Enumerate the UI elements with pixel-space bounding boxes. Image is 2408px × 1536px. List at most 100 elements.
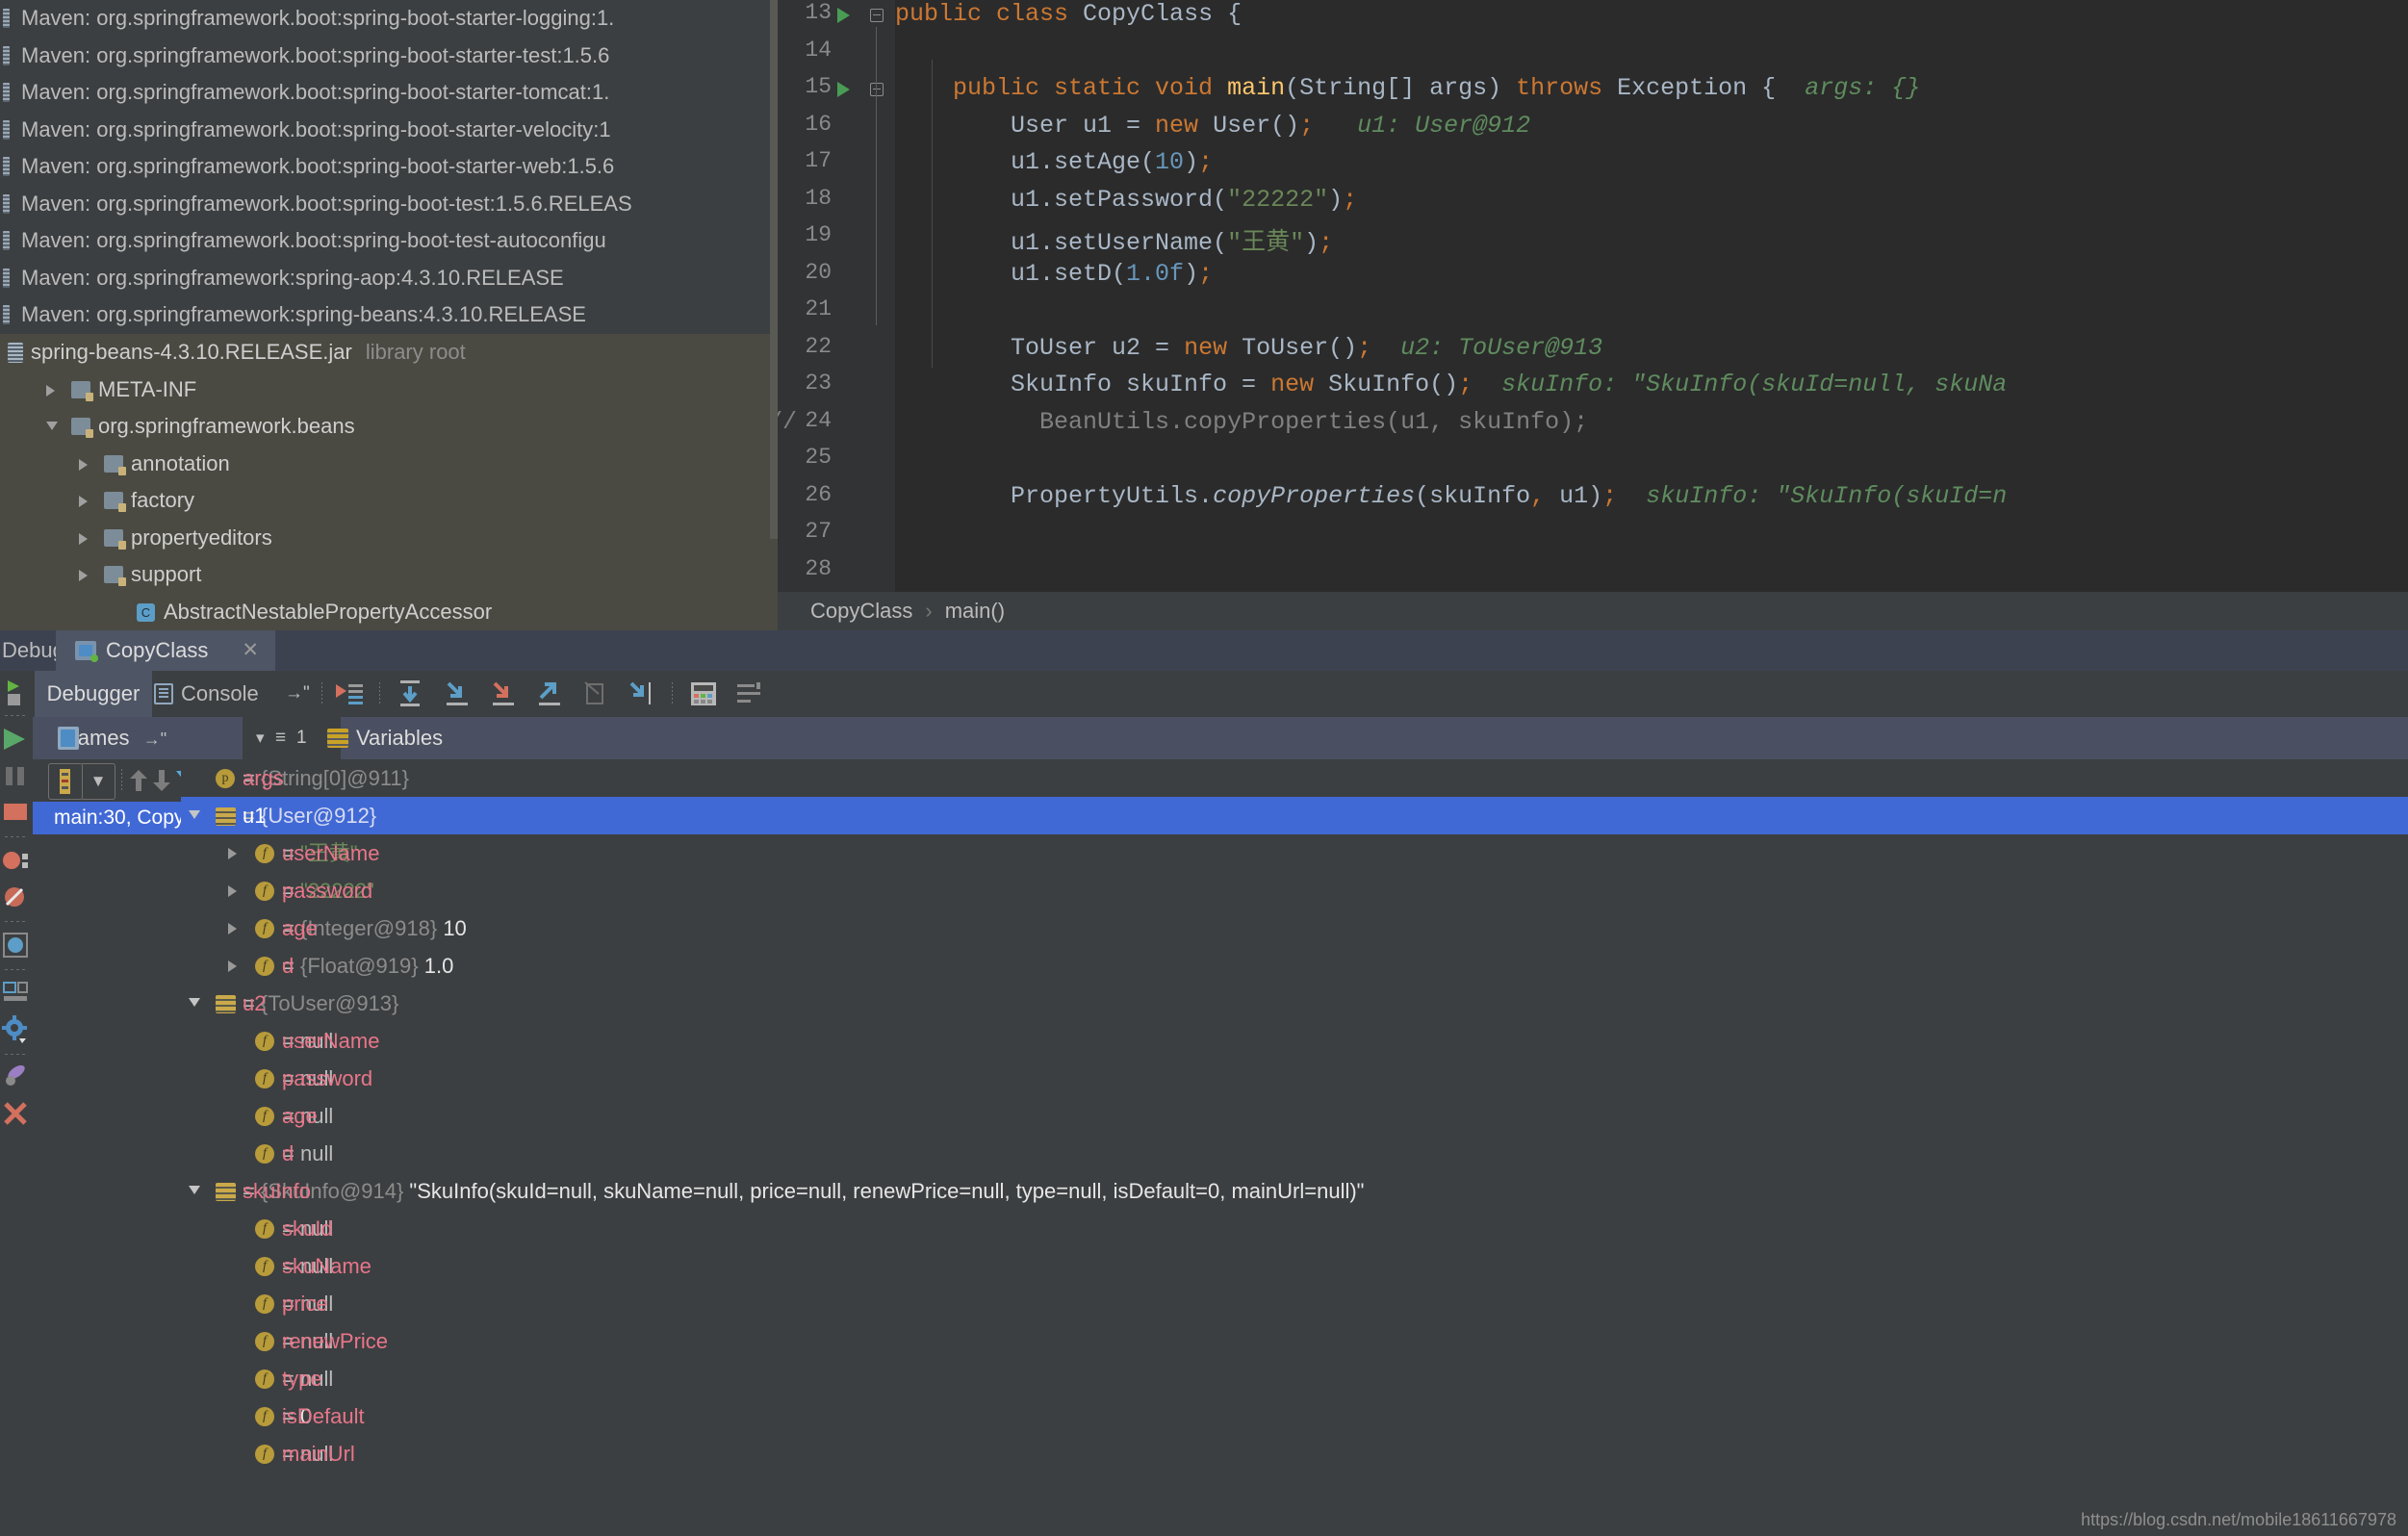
rerun-icon[interactable] (0, 675, 33, 707)
tree-item-factory[interactable]: factory (0, 482, 778, 520)
run-gutter-icon[interactable] (837, 82, 850, 97)
run-gutter-icon[interactable] (837, 8, 850, 23)
variable-row-password[interactable]: fpassword = null (181, 1060, 2408, 1097)
chevron-down-icon[interactable] (189, 998, 200, 1007)
chevron-right-icon[interactable] (79, 533, 88, 545)
maven-dependency-item[interactable]: Maven: org.springframework.boot:spring-b… (0, 222, 778, 260)
evaluate-expression-icon[interactable] (687, 678, 720, 714)
step-out-icon[interactable] (533, 678, 566, 714)
variable-row-age[interactable]: fage = null (181, 1097, 2408, 1135)
stop-icon[interactable] (0, 796, 33, 829)
variable-row-skuInfo[interactable]: skuInfo = {SkuInfo@914} "SkuInfo(skuId=n… (181, 1172, 2408, 1210)
code-fold-icon[interactable] (870, 83, 884, 96)
code-line[interactable]: PropertyUtils.copyProperties(skuInfo, u1… (895, 482, 2007, 510)
debugger-tab-row[interactable]: Debugger Console →" (33, 671, 2408, 717)
settings-layout-icon[interactable] (0, 977, 33, 1010)
breadcrumb-item[interactable]: CopyClass (810, 592, 912, 630)
code-line[interactable]: ToUser u2 = new ToUser(); u2: ToUser@913 (895, 334, 1602, 362)
project-scrollbar[interactable] (770, 0, 778, 539)
thread-count-box[interactable]: ▾ ≡ 1 (243, 717, 341, 759)
breadcrumb[interactable]: CopyClass›main() (778, 592, 2408, 630)
up-arrow-icon[interactable] (129, 768, 148, 798)
variable-row-u1[interactable]: u1 = {User@912} (181, 797, 2408, 834)
tree-item-org-springframework-beans[interactable]: org.springframework.beans (0, 408, 778, 446)
maven-dependency-item[interactable]: Maven: org.springframework.boot:spring-b… (0, 0, 778, 38)
tree-item-spring-beans-4-3-10-release-jar[interactable]: spring-beans-4.3.10.RELEASE.jarlibrary r… (0, 334, 778, 371)
variable-row-renewPrice[interactable]: frenewPrice = null (181, 1322, 2408, 1360)
variable-row-password[interactable]: fpassword = "22222" (181, 872, 2408, 909)
resume-program-icon[interactable] (0, 723, 33, 755)
view-breakpoints-icon[interactable] (0, 844, 33, 877)
variable-row-d[interactable]: fd = {Float@919} 1.0 (181, 947, 2408, 985)
code-line[interactable]: u1.setPassword("22222"); (895, 186, 1357, 214)
gear-icon[interactable] (0, 1013, 33, 1046)
code-line[interactable]: SkuInfo skuInfo = new SkuInfo(); skuInfo… (895, 371, 2007, 398)
tree-item-support[interactable]: support (0, 556, 778, 594)
code-line[interactable]: BeanUtils.copyProperties(u1, skuInfo); (895, 408, 1588, 436)
code-line[interactable]: u1.setD(1.0f); (895, 260, 1213, 288)
variable-row-u2[interactable]: u2 = {ToUser@913} (181, 985, 2408, 1022)
code-editor[interactable]: 13141516171819202122232425262728 public … (778, 0, 2408, 592)
code-line[interactable]: public static void main(String[] args) t… (895, 74, 1920, 102)
dropdown-arrow-icon[interactable]: ▾ (256, 717, 265, 759)
dropdown-arrow-icon[interactable]: ▼ (82, 763, 115, 800)
chevron-right-icon[interactable] (228, 885, 237, 897)
chevron-right-icon[interactable] (79, 496, 88, 507)
show-execution-point-icon[interactable] (333, 678, 366, 714)
run-to-cursor-icon[interactable] (626, 678, 658, 714)
variable-row-skuName[interactable]: fskuName = null (181, 1247, 2408, 1285)
chevron-down-icon[interactable] (189, 1186, 200, 1194)
code-line[interactable]: public class CopyClass { (895, 0, 1242, 28)
debug-left-toolbar[interactable] (0, 671, 33, 1536)
frames-toolbar[interactable]: ▼ (33, 759, 181, 802)
pin-tab-icon[interactable]: →" (285, 671, 310, 717)
force-step-into-icon[interactable] (487, 678, 520, 714)
variable-row-isDefault[interactable]: fisDefault = 0 (181, 1397, 2408, 1435)
variable-row-args[interactable]: pargs = {String[0]@911} (181, 759, 2408, 797)
chevron-right-icon[interactable] (228, 848, 237, 859)
tab-debugger[interactable]: Debugger (35, 671, 152, 717)
maven-dependency-item[interactable]: Maven: org.springframework:spring-beans:… (0, 296, 778, 334)
chevron-right-icon[interactable] (228, 923, 237, 934)
chevron-right-icon[interactable] (79, 570, 88, 581)
drop-frame-icon[interactable] (579, 678, 612, 714)
code-line[interactable]: u1.setUserName("王黄"); (895, 222, 1333, 257)
variable-row-userName[interactable]: fuserName = "王黄" (181, 834, 2408, 872)
frame-list-item[interactable]: main:30, CopyClas (33, 802, 181, 834)
chevron-right-icon[interactable] (228, 960, 237, 972)
tree-item-annotation[interactable]: annotation (0, 446, 778, 483)
pin-frames-icon[interactable]: →" (136, 730, 167, 749)
frames-panel[interactable]: main:30, CopyClas (33, 802, 181, 1536)
code-line[interactable]: u1.setAge(10); (895, 148, 1213, 176)
maven-dependency-item[interactable]: Maven: org.springframework.boot:spring-b… (0, 74, 778, 112)
chevron-right-icon[interactable] (79, 459, 88, 471)
mute-breakpoints-icon[interactable] (0, 881, 33, 913)
variable-row-userName[interactable]: fuserName = null (181, 1022, 2408, 1060)
debug-session-tab-copyclass[interactable]: CopyClass ✕ (56, 630, 275, 671)
maven-dependency-item[interactable]: Maven: org.springframework.boot:spring-b… (0, 148, 778, 186)
variable-row-d[interactable]: fd = null (181, 1135, 2408, 1172)
maven-dependency-item[interactable]: Maven: org.springframework.boot:spring-b… (0, 112, 778, 149)
close-red-icon[interactable] (0, 1098, 33, 1131)
breadcrumb-item[interactable]: main() (945, 592, 1005, 630)
tree-item-meta-inf[interactable]: META-INF (0, 371, 778, 409)
pause-program-icon[interactable] (0, 759, 33, 792)
pin-icon[interactable] (0, 1062, 33, 1094)
project-tool-window[interactable]: Maven: org.springframework.boot:spring-b… (0, 0, 778, 630)
chevron-down-icon[interactable] (46, 422, 58, 430)
maven-dependency-list[interactable]: Maven: org.springframework.boot:spring-b… (0, 0, 778, 334)
maven-dependency-item[interactable]: Maven: org.springframework:spring-aop:4.… (0, 260, 778, 297)
tree-item-propertyeditors[interactable]: propertyeditors (0, 520, 778, 557)
editor-gutter[interactable]: 13141516171819202122232425262728 (778, 0, 895, 592)
chevron-right-icon[interactable] (46, 385, 55, 397)
step-into-icon[interactable] (441, 678, 474, 714)
maven-dependency-item[interactable]: Maven: org.springframework.boot:spring-b… (0, 38, 778, 75)
code-line[interactable]: User u1 = new User(); u1: User@912 (895, 112, 1530, 140)
variables-panel[interactable]: pargs = {String[0]@911}u1 = {User@912}fu… (181, 759, 2408, 1536)
chevron-down-icon[interactable] (189, 810, 200, 819)
variable-row-price[interactable]: fprice = null (181, 1285, 2408, 1322)
maven-dependency-item[interactable]: Maven: org.springframework.boot:spring-b… (0, 186, 778, 223)
variable-row-mainUrl[interactable]: fmainUrl = null (181, 1435, 2408, 1472)
step-over-icon[interactable] (395, 678, 427, 714)
settings-icon[interactable] (733, 678, 766, 714)
